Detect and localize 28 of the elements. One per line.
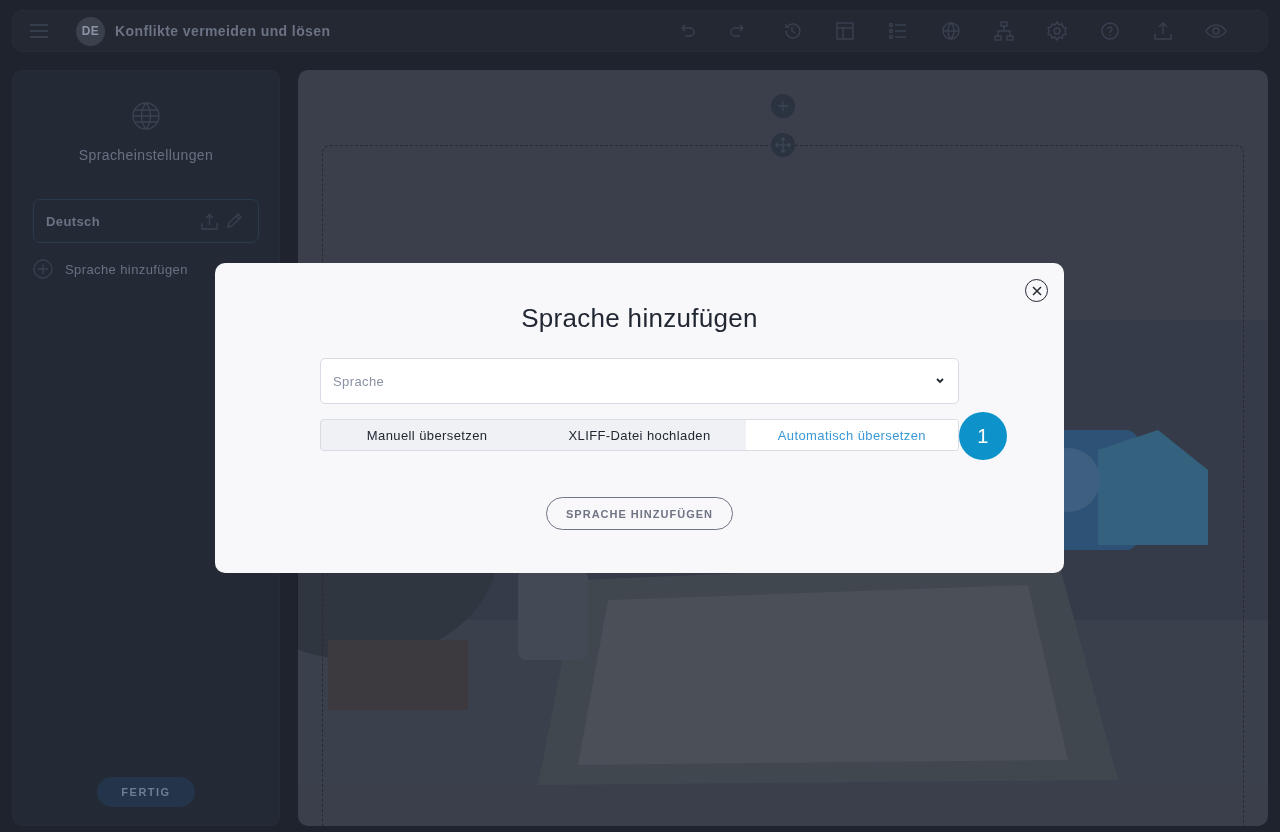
language-item[interactable]: Deutsch [33,199,259,243]
globe-icon[interactable] [940,20,962,42]
pencil-icon[interactable] [226,213,242,229]
sidebar-heading: Spracheinstellungen [78,147,214,163]
list-icon[interactable] [887,20,909,42]
add-language-button[interactable]: Sprache hinzufügen [33,259,259,279]
dialog-title: Sprache hinzufügen [521,303,758,334]
layout-icon[interactable] [834,20,856,42]
close-icon [1031,285,1042,296]
menu-icon[interactable] [30,24,48,38]
globe-icon [131,101,161,131]
plus-circle-icon [33,259,53,279]
mode-tab[interactable]: Manuell übersetzen [321,420,534,450]
document-title: Konflikte vermeiden und lösen [115,23,331,39]
step-marker: 1 [959,412,1007,460]
done-button[interactable]: FERTIG [97,777,195,807]
upload-icon[interactable] [1152,20,1174,42]
language-select[interactable]: Sprache [320,358,959,404]
language-badge: DE [76,16,105,46]
mode-tab[interactable]: XLIFF-Datei hochladen [533,420,746,450]
sitemap-icon[interactable] [993,20,1015,42]
move-block-button[interactable] [771,133,795,157]
language-name: Deutsch [46,213,101,229]
mode-tab[interactable]: Automatisch übersetzen [745,420,958,450]
chevron-down-icon [936,378,944,384]
upload-icon[interactable] [201,212,218,230]
settings-icon[interactable] [1046,20,1068,42]
help-icon[interactable] [1099,20,1121,42]
